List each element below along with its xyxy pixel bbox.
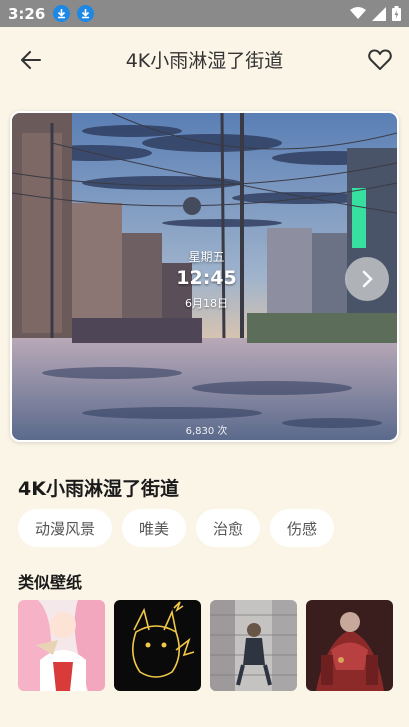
tag-chip[interactable]: 治愈 <box>196 509 261 547</box>
status-time: 3:26 <box>8 4 46 23</box>
lock-time: 12:45 <box>176 267 237 289</box>
back-arrow-icon <box>21 51 41 69</box>
lock-date: 6月18日 <box>185 297 228 310</box>
battery-icon <box>392 6 401 21</box>
app-bar: 4K小雨淋湿了街道 <box>0 27 409 91</box>
next-wallpaper-button[interactable] <box>345 257 389 301</box>
tag-list: 动漫风景 唯美 治愈 伤感 <box>18 509 335 547</box>
status-icons <box>350 6 401 21</box>
signal-icon <box>372 6 386 21</box>
similar-wallpaper-thumbnail[interactable] <box>210 600 297 691</box>
status-bar: 3:26 <box>0 0 409 27</box>
download-notification-icon <box>53 5 71 22</box>
lock-weekday: 星期五 <box>188 250 225 264</box>
similar-wallpaper-thumbnail[interactable] <box>18 600 105 691</box>
wallpaper-title: 4K小雨淋湿了街道 <box>18 478 179 500</box>
chevron-right-icon <box>362 270 373 288</box>
similar-wallpaper-list <box>18 600 393 691</box>
similar-wallpaper-thumbnail[interactable] <box>306 600 393 691</box>
wallpaper-preview[interactable]: 星期五 12:45 6月18日 6,830 次 <box>10 111 399 442</box>
page-title: 4K小雨淋湿了街道 <box>125 49 284 72</box>
tag-chip[interactable]: 动漫风景 <box>18 509 113 547</box>
heart-icon <box>368 49 392 70</box>
back-button[interactable] <box>14 45 48 75</box>
download-notification-icon <box>77 5 95 22</box>
wifi-icon <box>350 7 366 19</box>
tag-chip[interactable]: 唯美 <box>122 509 187 547</box>
similar-wallpaper-thumbnail[interactable] <box>114 600 201 691</box>
favorite-button[interactable] <box>365 45 395 75</box>
view-count: 6,830 次 <box>185 426 228 437</box>
tag-chip[interactable]: 伤感 <box>270 509 335 547</box>
similar-section-title: 类似壁纸 <box>18 573 83 592</box>
